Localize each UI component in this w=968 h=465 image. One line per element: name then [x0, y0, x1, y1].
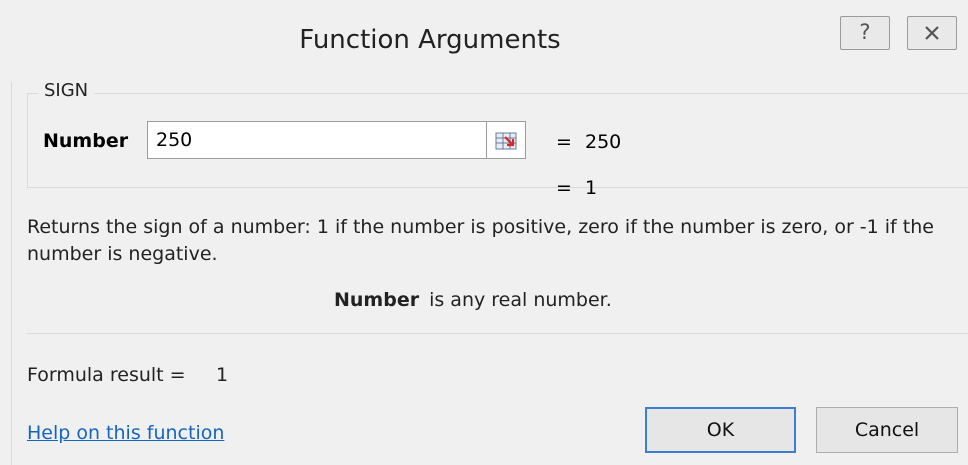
argument-label-number: Number	[43, 130, 129, 152]
question-mark-icon: ?	[859, 20, 871, 44]
formula-result-label: Formula result =	[27, 364, 186, 386]
function-result-value: 1	[585, 177, 598, 199]
help-button[interactable]: ?	[840, 16, 890, 50]
title-bar[interactable]: Function Arguments ?	[0, 0, 968, 82]
parameter-help-text: is any real number.	[429, 289, 612, 311]
collapse-dialog-button[interactable]	[487, 121, 526, 159]
cancel-button[interactable]: Cancel	[816, 407, 958, 453]
argument-evaluated-value: 250	[585, 131, 622, 153]
function-description: Returns the sign of a number: 1 if the n…	[27, 216, 934, 265]
parameter-help: Number is any real number.	[334, 289, 612, 311]
dialog-title: Function Arguments	[299, 25, 561, 55]
function-name-label: SIGN	[38, 80, 95, 101]
parameter-help-name: Number	[334, 289, 420, 311]
close-button[interactable]	[907, 16, 957, 50]
separator	[27, 333, 968, 334]
range-select-icon	[495, 132, 517, 150]
argument-equals-sign: =	[556, 131, 572, 153]
help-on-function-link[interactable]: Help on this function	[27, 422, 224, 444]
number-argument-input[interactable]: 250	[147, 121, 487, 159]
function-arguments-dialog: Function Arguments ? SIGN Number 250 = 2…	[0, 0, 968, 465]
close-icon	[925, 26, 939, 40]
result-equals-sign: =	[556, 177, 572, 199]
ok-button[interactable]: OK	[645, 407, 796, 453]
formula-result-value: 1	[216, 364, 229, 386]
